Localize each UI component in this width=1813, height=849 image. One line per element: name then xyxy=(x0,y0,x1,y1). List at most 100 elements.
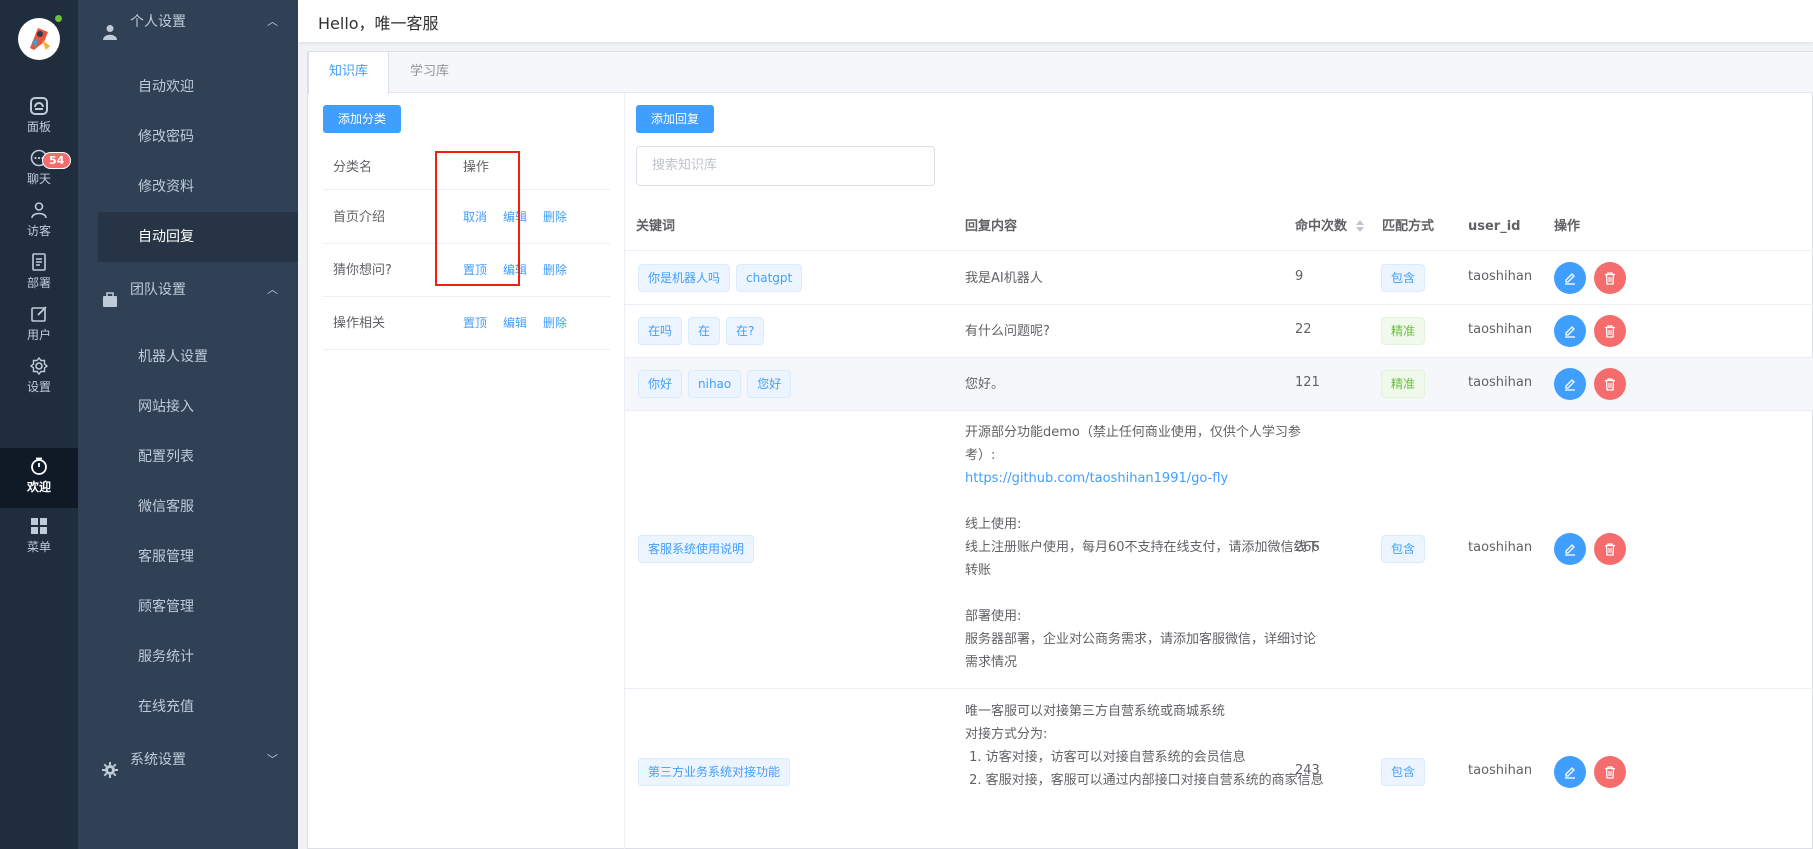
app-logo[interactable] xyxy=(18,18,60,60)
trash-icon xyxy=(1605,766,1615,779)
col-hits-label: 命中次数 xyxy=(1295,219,1348,234)
tab-knowledge-base[interactable]: 知识库 xyxy=(308,52,390,94)
edit-button[interactable] xyxy=(1554,262,1586,294)
rail-label: 部署 xyxy=(26,276,51,290)
person-icon xyxy=(102,14,118,40)
rail-item-dashboard[interactable]: 面板 xyxy=(0,88,78,148)
knowledge-table-header: 关键词 回复内容 命中次数 匹配方式 user_id 操作 xyxy=(625,202,1813,251)
menu-group-label: 团队设置 xyxy=(130,282,186,298)
gear-icon xyxy=(102,752,118,778)
user-edit-icon xyxy=(29,304,49,324)
menu-item-online-recharge[interactable]: 在线充值 xyxy=(78,682,298,732)
trash-icon xyxy=(1605,325,1615,338)
settings-icon xyxy=(29,356,49,376)
delete-link[interactable]: 删除 xyxy=(543,244,567,297)
menu-item-change-password[interactable]: 修改密码 xyxy=(78,112,298,162)
edit-button[interactable] xyxy=(1554,315,1586,347)
rail-item-deploy[interactable]: 部署 xyxy=(0,244,78,304)
sort-icon[interactable] xyxy=(1355,219,1364,232)
user-id: taoshihan xyxy=(1468,540,1533,555)
delete-link[interactable]: 删除 xyxy=(543,191,567,244)
reply-content: 开源部分功能demo（禁止任何商业使用，仅供个人学习参考）: https://g… xyxy=(965,421,1325,674)
menu-item-auto-reply[interactable]: 自动回复 xyxy=(98,212,298,262)
menu-item-site-access[interactable]: 网站接入 xyxy=(78,382,298,432)
col-hits[interactable]: 命中次数 xyxy=(1295,202,1364,251)
menu-item-edit-profile[interactable]: 修改资料 xyxy=(78,162,298,212)
search-input[interactable]: 搜索知识库 xyxy=(636,146,935,186)
menu-item-agent-management[interactable]: 客服管理 xyxy=(78,532,298,582)
menu-item-config-list[interactable]: 配置列表 xyxy=(78,432,298,482)
hit-count: 243 xyxy=(1295,763,1320,778)
rail-label: 访客 xyxy=(26,224,51,238)
col-action: 操作 xyxy=(1554,219,1581,234)
rail-item-menu[interactable]: 菜单 xyxy=(0,508,78,568)
keyword-tag: 在? xyxy=(726,317,765,345)
delete-button[interactable] xyxy=(1594,756,1626,788)
tab-bar: 知识库 学习库 xyxy=(308,52,1813,94)
edit-link[interactable]: 编辑 xyxy=(503,297,527,350)
edit-icon xyxy=(1565,767,1575,779)
table-row[interactable]: 你好 nihao 您好 您好。 121 精准 taoshihan xyxy=(625,358,1813,411)
category-row[interactable]: 操作相关 置顶 编辑 删除 xyxy=(323,297,610,350)
greeting-text: Hello，唯一客服 xyxy=(318,14,439,33)
rail-item-chat[interactable]: 聊天 54 xyxy=(0,140,78,200)
delete-button[interactable] xyxy=(1594,368,1626,400)
menu-item-auto-welcome[interactable]: 自动欢迎 xyxy=(78,62,298,112)
knowledge-pane: 添加回复 搜索知识库 关键词 回复内容 命中次数 匹配方式 user_id 操作… xyxy=(625,93,1813,849)
keyword-tag: 在吗 xyxy=(638,317,683,345)
edit-button[interactable] xyxy=(1554,368,1586,400)
edit-icon xyxy=(1565,326,1575,338)
rail-label: 面板 xyxy=(26,120,51,134)
table-row[interactable]: 你是机器人吗 chatgpt 我是AI机器人 9 包含 taoshihan xyxy=(625,252,1813,305)
match-type-tag: 包含 xyxy=(1381,264,1426,292)
edit-button[interactable] xyxy=(1554,533,1586,565)
rail-label: 设置 xyxy=(26,380,51,394)
menu-group-label: 系统设置 xyxy=(130,752,186,768)
menu-item-customer-management[interactable]: 顾客管理 xyxy=(78,582,298,632)
add-reply-button[interactable]: 添加回复 xyxy=(636,105,715,133)
trash-icon xyxy=(1605,272,1615,285)
keyword-tag: nihao xyxy=(688,370,742,398)
delete-button[interactable] xyxy=(1594,315,1626,347)
menu-group-personal[interactable]: 个人设置 ︿ xyxy=(78,0,298,44)
reply-line: 服务器部署，企业对公商务需求，请添加客服微信，详细讨论需求情况 xyxy=(965,632,1317,670)
edit-button[interactable] xyxy=(1554,756,1586,788)
delete-button[interactable] xyxy=(1594,533,1626,565)
rail-label: 用户 xyxy=(26,328,51,342)
menu-item-robot-settings[interactable]: 机器人设置 xyxy=(78,332,298,382)
keyword-tags: 在吗在在? xyxy=(638,317,770,345)
edit-icon xyxy=(1565,273,1575,285)
rail-item-users[interactable]: 用户 xyxy=(0,296,78,356)
menu-item-wechat-service[interactable]: 微信客服 xyxy=(78,482,298,532)
github-link[interactable]: https://github.com/taoshihan1991/go-fly xyxy=(965,471,1228,486)
rail-item-settings[interactable]: 设置 xyxy=(0,348,78,408)
table-row[interactable]: 第三方业务系统对接功能 唯一客服可以对接第三方自营系统或商城系统 对接方式分为:… xyxy=(625,690,1813,849)
menu-group-system[interactable]: 系统设置 ﹀ xyxy=(78,738,298,782)
match-type-tag: 包含 xyxy=(1381,758,1426,786)
table-row[interactable]: 在吗在在? 有什么问题呢? 22 精准 taoshihan xyxy=(625,305,1813,358)
user-id: taoshihan xyxy=(1468,763,1533,778)
delete-link[interactable]: 删除 xyxy=(543,297,567,350)
reply-line: 线上使用: xyxy=(965,517,1022,532)
category-name: 首页介绍 xyxy=(333,210,386,225)
menu-item-service-stats[interactable]: 服务统计 xyxy=(78,632,298,682)
reply-content: 您好。 xyxy=(965,377,1005,392)
pin-link[interactable]: 置顶 xyxy=(463,297,487,350)
rail-item-welcome[interactable]: 欢迎 xyxy=(0,448,78,508)
dashboard-icon xyxy=(29,96,49,116)
keyword-tag: 客服系统使用说明 xyxy=(638,535,755,563)
reply-line: 部署使用: xyxy=(965,609,1022,624)
menu-group-team[interactable]: 团队设置 ︿ xyxy=(78,268,298,312)
table-row[interactable]: 客服系统使用说明 开源部分功能demo（禁止任何商业使用，仅供个人学习参考）: … xyxy=(625,411,1813,689)
col-match: 匹配方式 xyxy=(1382,219,1435,234)
keyword-tag: 你是机器人吗 xyxy=(638,264,731,292)
briefcase-icon xyxy=(102,282,118,307)
add-category-button[interactable]: 添加分类 xyxy=(323,105,402,133)
icon-rail: 面板 聊天 54 访客 部署 用户 设置 欢迎 菜单 xyxy=(0,0,78,849)
reply-line-blank xyxy=(965,490,1325,513)
trash-icon xyxy=(1605,378,1615,391)
side-menu: 个人设置 ︿ 自动欢迎 修改密码 修改资料 自动回复 团队设置 ︿ 机器人设置 … xyxy=(78,0,298,849)
delete-button[interactable] xyxy=(1594,262,1626,294)
rail-item-visitors[interactable]: 访客 xyxy=(0,192,78,252)
tab-learning-base[interactable]: 学习库 xyxy=(390,52,469,93)
